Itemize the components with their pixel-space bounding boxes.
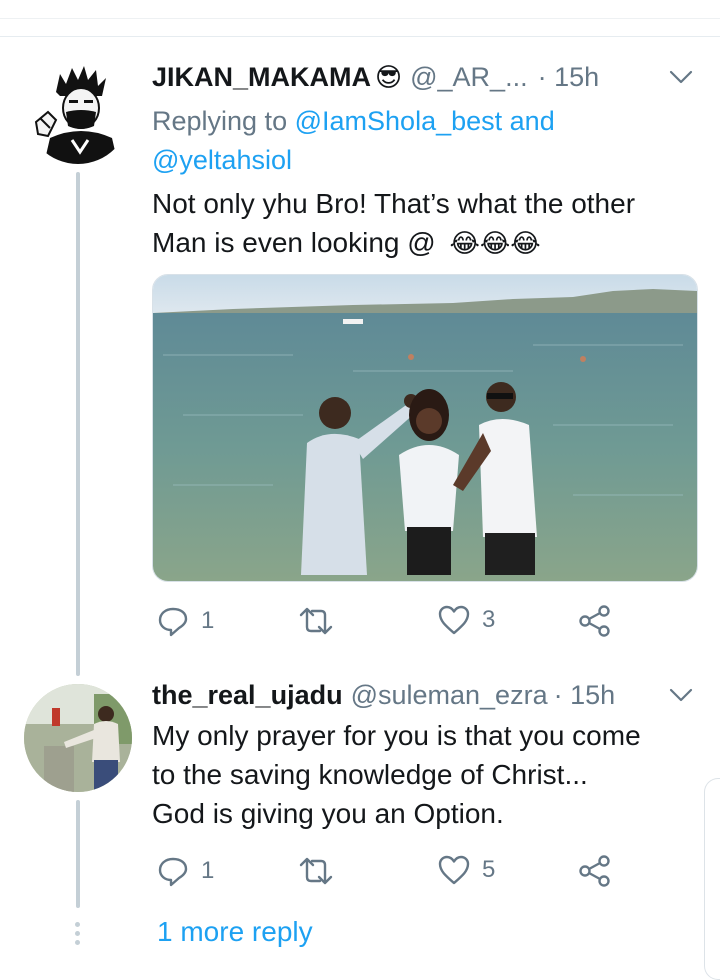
tweet1-reply-action[interactable]: 1: [157, 605, 214, 637]
tweet1-text-line2: Man is even looking @: [152, 227, 436, 258]
tweet2-share-action[interactable]: [578, 854, 612, 888]
tweet1-display-name[interactable]: JIKAN_MAKAMA: [152, 62, 371, 93]
reply-and-label: and: [509, 106, 555, 136]
tweet1-reply-count: 1: [201, 607, 215, 634]
like-icon: [438, 605, 470, 635]
tweet2-time[interactable]: · 15h: [554, 680, 616, 711]
chevron-down-icon[interactable]: [668, 686, 694, 704]
tweet1-text: Not only yhu Bro! That’s what the other …: [152, 184, 692, 263]
tweet2-reply-action[interactable]: 1: [157, 855, 214, 887]
tweet2-text: My only prayer for you is that you come …: [152, 716, 692, 833]
side-panel-handle[interactable]: [704, 778, 720, 980]
tweet1-photo[interactable]: [152, 274, 698, 582]
tweet2-text-line1: My only prayer for you is that you come: [152, 720, 641, 751]
avatar-tweet1[interactable]: [26, 60, 130, 164]
tweet1-text-line1: Not only yhu Bro! That’s what the other: [152, 188, 636, 219]
avatar-tweet2[interactable]: [24, 684, 132, 792]
tweet1-like-count: 3: [482, 606, 496, 633]
tweet1-time[interactable]: · 15h: [538, 62, 600, 93]
tweet2-text-line2: to the saving knowledge of Christ...: [152, 759, 588, 790]
tweet1-text-line2-wrap: Man is even looking @ 😂😂😂: [152, 223, 692, 263]
laughing-emojis: 😂😂😂: [449, 228, 541, 258]
like-icon: [438, 855, 470, 885]
reply-icon: [158, 857, 188, 887]
replying-to-label: Replying to: [152, 106, 288, 136]
chevron-down-icon[interactable]: [668, 68, 694, 86]
tweet2-handle[interactable]: @suleman_ezra: [351, 680, 548, 711]
thread-dots: [75, 922, 81, 949]
reply-user-link-2[interactable]: @yeltahsiol: [152, 145, 292, 175]
tweet2-retweet-action[interactable]: [298, 857, 334, 885]
retweet-icon: [299, 607, 333, 635]
reply-icon: [158, 607, 188, 637]
tweet1-share-action[interactable]: [578, 604, 612, 638]
tweet1-replying-to: Replying to @IamShola_best and @yeltahsi…: [152, 102, 612, 180]
tweet1-handle[interactable]: @_AR_...: [410, 62, 527, 93]
retweet-icon: [299, 857, 333, 885]
tweet2-like-action[interactable]: 5: [438, 855, 495, 885]
tweet2-reply-count: 1: [201, 857, 215, 884]
tweet2-header: the_real_ujadu @suleman_ezra · 15h: [152, 680, 615, 711]
share-icon: [579, 855, 610, 887]
tweet1-header: JIKAN_MAKAMA 😎 @_AR_... · 15h: [152, 62, 599, 93]
thread-line-2: [76, 800, 80, 908]
more-replies-link[interactable]: 1 more reply: [157, 916, 313, 948]
share-icon: [579, 605, 610, 637]
tweet2-text-line3: God is giving you an Option.: [152, 798, 504, 829]
top-divider: [0, 36, 720, 37]
top-divider-faint: [0, 18, 720, 19]
thread-line-1: [76, 172, 80, 676]
tweet2-display-name[interactable]: the_real_ujadu: [152, 680, 343, 711]
name-emoji: 😎: [375, 62, 403, 92]
reply-user-link-1[interactable]: @IamShola_best: [295, 106, 503, 136]
tweet1-like-action[interactable]: 3: [438, 605, 495, 635]
tweet1-retweet-action[interactable]: [298, 607, 334, 635]
tweet2-like-count: 5: [482, 856, 496, 883]
